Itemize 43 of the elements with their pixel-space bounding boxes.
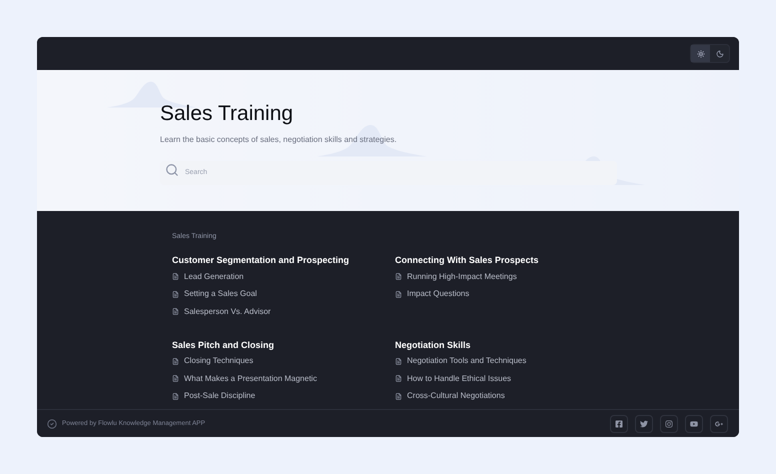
social-button[interactable] <box>710 414 728 432</box>
document-icon <box>395 273 402 280</box>
document-icon <box>172 308 179 316</box>
section-title[interactable]: Customer Segmentation and Prospecting <box>172 254 350 266</box>
social-button[interactable] <box>660 414 678 432</box>
search-icon <box>165 163 179 177</box>
youtube-icon <box>690 420 698 428</box>
sun-icon <box>696 50 704 58</box>
document-icon <box>172 392 179 400</box>
social-button[interactable] <box>635 414 653 432</box>
document-icon <box>172 290 179 298</box>
document-icon <box>395 358 402 365</box>
document-icon <box>172 375 179 382</box>
article-link[interactable]: Impact Questions <box>407 288 470 300</box>
section-title[interactable]: Sales Pitch and Closing <box>172 338 274 350</box>
article-link[interactable]: Lead Generation <box>184 270 244 283</box>
moon-icon <box>716 50 724 58</box>
theme-button[interactable] <box>691 45 710 62</box>
article-link[interactable]: Setting a Sales Goal <box>184 288 257 300</box>
section-title[interactable]: Negotiation Skills <box>395 338 471 350</box>
article-link[interactable]: What Makes a Presentation Magnetic <box>184 372 317 385</box>
document-icon <box>172 273 179 280</box>
twitter-icon <box>640 420 648 428</box>
article-link[interactable]: Running High-Impact Meetings <box>407 270 517 283</box>
document-icon <box>395 392 402 400</box>
document-icon <box>395 290 402 298</box>
instagram-icon <box>665 420 673 428</box>
facebook-icon <box>615 420 623 428</box>
social-button[interactable] <box>610 414 628 432</box>
article-link[interactable]: Negotiation Tools and Techniques <box>407 355 526 368</box>
section-title[interactable]: Connecting With Sales Prospects <box>395 254 538 266</box>
article-link[interactable]: How to Handle Ethical Issues <box>407 372 512 385</box>
article-link[interactable]: Post-Sale Discipline <box>184 390 256 402</box>
document-icon <box>172 358 179 365</box>
article-link[interactable]: Closing Techniques <box>184 355 254 368</box>
google-plus-icon <box>715 420 723 428</box>
article-link[interactable]: Salesperson Vs. Advisor <box>184 306 271 318</box>
check-circle-icon <box>47 418 57 428</box>
page-subtitle: Learn the basic concepts of sales, negotiation skills and strategies. <box>160 134 397 146</box>
document-icon <box>395 375 402 382</box>
page-title: Sales Training <box>160 101 294 127</box>
article-link[interactable]: Cross-Cultural Negotiations <box>407 390 505 402</box>
social-button[interactable] <box>685 414 703 432</box>
